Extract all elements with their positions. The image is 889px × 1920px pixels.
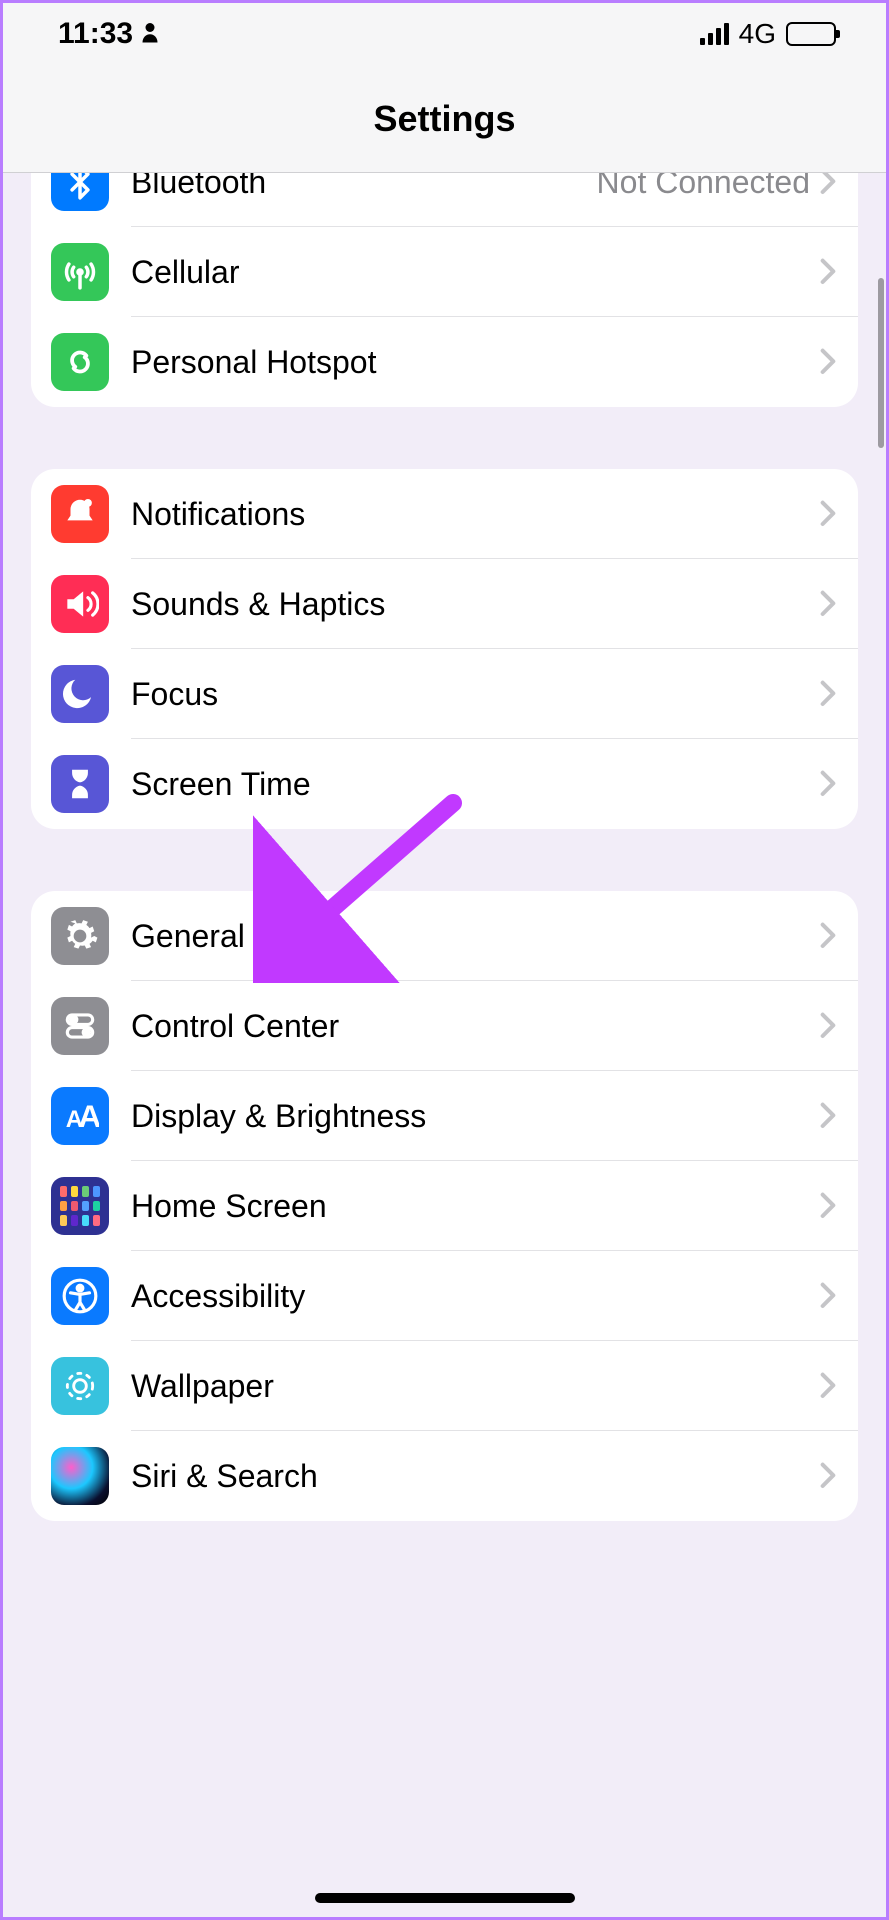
settings-scroll[interactable]: Bluetooth Not Connected Cellular Persona…: [3, 173, 886, 1917]
wallpaper-icon: [51, 1357, 109, 1415]
home-indicator[interactable]: [315, 1893, 575, 1903]
bluetooth-icon: [51, 173, 109, 211]
siri-icon: [51, 1447, 109, 1505]
page-title: Settings: [373, 98, 515, 140]
display-icon: AA: [51, 1087, 109, 1145]
settings-row-general[interactable]: General: [31, 891, 858, 981]
settings-row-value: Not Connected: [597, 173, 810, 201]
chevron-right-icon: [820, 922, 836, 950]
accessibility-icon: [51, 1267, 109, 1325]
scrollbar-indicator: [878, 278, 884, 448]
settings-row-bluetooth[interactable]: Bluetooth Not Connected: [31, 173, 858, 227]
settings-row-label: Control Center: [131, 1008, 820, 1045]
settings-row-accessibility[interactable]: Accessibility: [31, 1251, 858, 1341]
settings-group-notifications: Notifications Sounds & Haptics Focus: [31, 469, 858, 829]
settings-row-homescreen[interactable]: Home Screen: [31, 1161, 858, 1251]
settings-row-label: General: [131, 918, 820, 955]
hotspot-icon: [51, 333, 109, 391]
chevron-right-icon: [820, 1462, 836, 1490]
settings-row-hotspot[interactable]: Personal Hotspot: [31, 317, 858, 407]
settings-row-label: Cellular: [131, 254, 820, 291]
settings-row-screentime[interactable]: Screen Time: [31, 739, 858, 829]
settings-row-label: Home Screen: [131, 1188, 820, 1225]
settings-row-label: Focus: [131, 676, 820, 713]
chevron-right-icon: [820, 770, 836, 798]
focus-icon: [51, 665, 109, 723]
settings-row-display[interactable]: AA Display & Brightness: [31, 1071, 858, 1161]
chevron-right-icon: [820, 1372, 836, 1400]
settings-row-cellular[interactable]: Cellular: [31, 227, 858, 317]
chevron-right-icon: [820, 173, 836, 196]
settings-screen: 11:33 4G Settings Bluetooth Not Connecte…: [3, 3, 886, 1917]
chevron-right-icon: [820, 258, 836, 286]
battery-icon: [786, 22, 836, 46]
settings-row-notifications[interactable]: Notifications: [31, 469, 858, 559]
settings-row-label: Screen Time: [131, 766, 820, 803]
chevron-right-icon: [820, 1012, 836, 1040]
settings-row-wallpaper[interactable]: Wallpaper: [31, 1341, 858, 1431]
homescreen-icon: [51, 1177, 109, 1235]
profile-indicator-icon: [141, 17, 159, 51]
status-time: 11:33: [58, 17, 133, 51]
settings-group-connectivity: Bluetooth Not Connected Cellular Persona…: [31, 173, 858, 407]
settings-row-label: Accessibility: [131, 1278, 820, 1315]
chevron-right-icon: [820, 1102, 836, 1130]
chevron-right-icon: [820, 1282, 836, 1310]
general-icon: [51, 907, 109, 965]
settings-row-controlcenter[interactable]: Control Center: [31, 981, 858, 1071]
chevron-right-icon: [820, 1192, 836, 1220]
network-type: 4G: [739, 18, 776, 50]
settings-row-label: Notifications: [131, 496, 820, 533]
settings-row-focus[interactable]: Focus: [31, 649, 858, 739]
settings-group-system: General Control Center AA Display & Brig…: [31, 891, 858, 1521]
status-bar: 11:33 4G: [3, 3, 886, 65]
sounds-icon: [51, 575, 109, 633]
notifications-icon: [51, 485, 109, 543]
cellular-icon: [51, 243, 109, 301]
settings-row-label: Sounds & Haptics: [131, 586, 820, 623]
chevron-right-icon: [820, 590, 836, 618]
chevron-right-icon: [820, 500, 836, 528]
screentime-icon: [51, 755, 109, 813]
nav-bar: Settings: [3, 65, 886, 173]
chevron-right-icon: [820, 348, 836, 376]
settings-row-siri[interactable]: Siri & Search: [31, 1431, 858, 1521]
settings-row-label: Bluetooth: [131, 173, 597, 201]
controlcenter-icon: [51, 997, 109, 1055]
settings-row-label: Personal Hotspot: [131, 344, 820, 381]
chevron-right-icon: [820, 680, 836, 708]
settings-row-sounds[interactable]: Sounds & Haptics: [31, 559, 858, 649]
settings-row-label: Wallpaper: [131, 1368, 820, 1405]
svg-text:A: A: [78, 1098, 99, 1134]
settings-row-label: Display & Brightness: [131, 1098, 820, 1135]
settings-row-label: Siri & Search: [131, 1458, 820, 1495]
signal-strength-icon: [700, 23, 729, 45]
